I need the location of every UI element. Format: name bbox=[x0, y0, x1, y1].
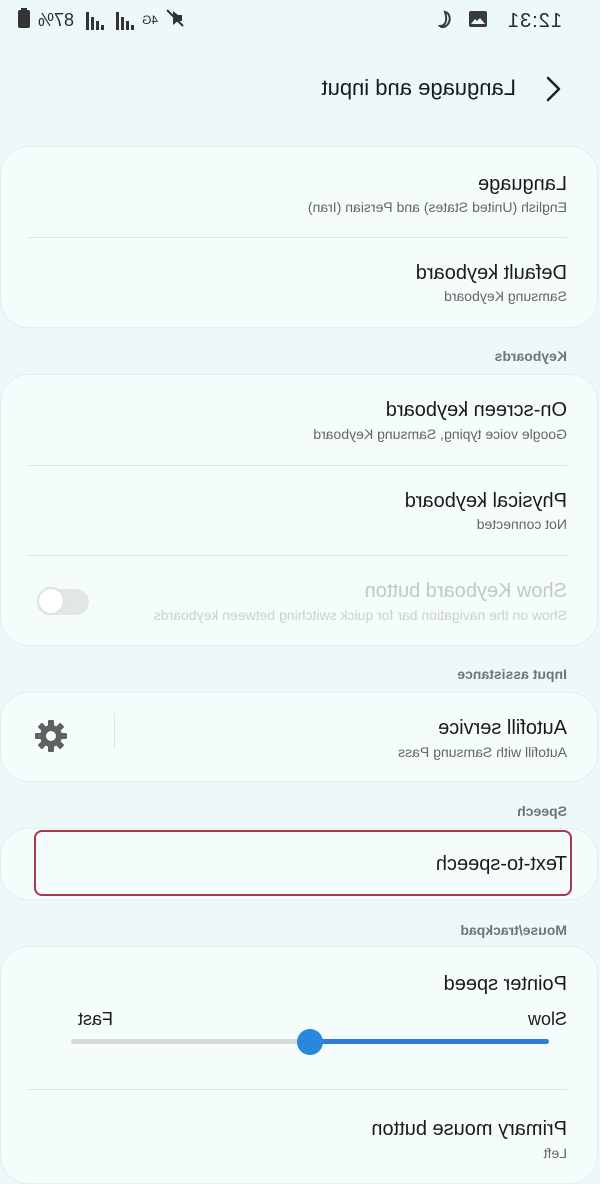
back-icon[interactable] bbox=[540, 74, 566, 104]
primary-mouse-button-row[interactable]: Primary mouse button Left bbox=[1, 1090, 597, 1183]
app-header: Language and input bbox=[0, 60, 600, 116]
show-keyboard-toggle[interactable] bbox=[37, 587, 89, 615]
on-screen-keyboard-value: Google voice typing, Samsung Keyboard bbox=[313, 426, 567, 442]
gear-icon[interactable] bbox=[33, 718, 69, 754]
selection-highlight bbox=[34, 830, 572, 896]
language-title: Language bbox=[478, 173, 567, 195]
slow-label: Slow bbox=[527, 1009, 567, 1029]
autofill-service-row[interactable]: Autofill service Autofill with Samsung P… bbox=[127, 693, 597, 781]
primary-mouse-button-value: Left bbox=[543, 1145, 567, 1161]
network-type: 4G bbox=[141, 13, 158, 27]
status-bar: 12:31 4G 87% bbox=[0, 0, 600, 46]
status-time: 12:31 bbox=[506, 10, 562, 32]
signal-icon-2 bbox=[82, 11, 104, 30]
autofill-service-title: Autofill service bbox=[438, 717, 567, 739]
moon-icon bbox=[437, 10, 454, 36]
default-keyboard-title: Default keyboard bbox=[415, 262, 567, 284]
section-speech: Speech bbox=[517, 803, 567, 819]
physical-keyboard-value: Not connected bbox=[476, 516, 567, 532]
mirrored-screen: 12:31 4G 87% Language and input Language… bbox=[0, 0, 600, 1184]
input-assistance-card: Autofill service Autofill with Samsung P… bbox=[0, 692, 598, 782]
language-row[interactable]: Language English (United States) and Per… bbox=[1, 147, 597, 237]
image-icon bbox=[468, 10, 488, 36]
show-keyboard-button-title: Show Keyboard button bbox=[364, 580, 567, 602]
fast-label: Fast bbox=[77, 1009, 113, 1029]
section-input-assistance: Input assistance bbox=[457, 666, 567, 682]
keyboards-card: On-screen keyboard Google voice typing, … bbox=[0, 374, 598, 646]
show-keyboard-button-row: Show Keyboard button Show on the navigat… bbox=[1, 556, 597, 645]
mute-icon bbox=[166, 9, 184, 32]
primary-mouse-button-title: Primary mouse button bbox=[371, 1118, 567, 1140]
signal-icon bbox=[112, 11, 134, 30]
pointer-speed-row: Pointer speed Slow Fast bbox=[1, 947, 597, 1087]
slider-thumb[interactable] bbox=[297, 1029, 323, 1055]
default-keyboard-value: Samsung Keyboard bbox=[444, 288, 567, 304]
on-screen-keyboard-row[interactable]: On-screen keyboard Google voice typing, … bbox=[1, 375, 597, 465]
on-screen-keyboard-title: On-screen keyboard bbox=[385, 399, 567, 421]
battery-percent: 87% bbox=[37, 10, 74, 30]
language-value: English (United States) and Persian (Ira… bbox=[307, 199, 567, 215]
toggle-knob bbox=[37, 587, 65, 615]
battery-icon bbox=[17, 8, 30, 33]
mouse-card: Pointer speed Slow Fast Primary mouse bu… bbox=[0, 946, 598, 1184]
status-right-icons: 4G 87% bbox=[17, 8, 184, 33]
general-card: Language English (United States) and Per… bbox=[0, 146, 598, 328]
slider-fill bbox=[310, 1039, 549, 1044]
page-title: Language and input bbox=[321, 75, 516, 100]
pointer-speed-title: Pointer speed bbox=[443, 973, 567, 995]
status-left-icons bbox=[437, 10, 488, 36]
section-mouse-trackpad: Mouse/trackpad bbox=[460, 922, 567, 938]
divider-vertical bbox=[114, 713, 115, 749]
physical-keyboard-row[interactable]: Physical keyboard Not connected bbox=[1, 466, 597, 555]
physical-keyboard-title: Physical keyboard bbox=[404, 490, 567, 512]
section-keyboards: Keyboards bbox=[494, 348, 567, 364]
show-keyboard-button-desc: Show on the navigation bar for quick swi… bbox=[153, 607, 567, 623]
autofill-service-value: Autofill with Samsung Pass bbox=[398, 744, 567, 760]
default-keyboard-row[interactable]: Default keyboard Samsung Keyboard bbox=[1, 238, 597, 327]
